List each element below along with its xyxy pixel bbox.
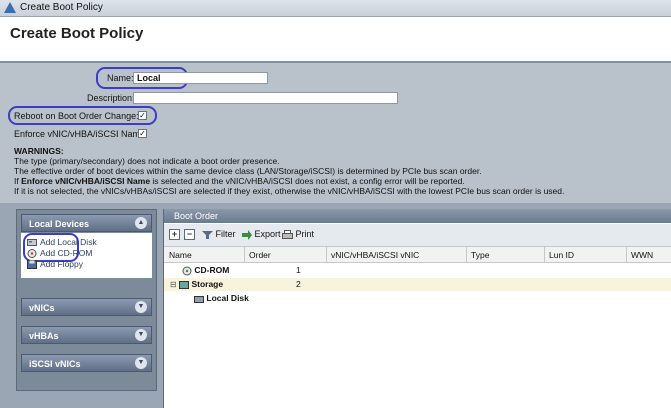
- add-local-disk-link[interactable]: Add Local Disk: [27, 237, 97, 247]
- warnings-title: WARNINGS:: [14, 146, 64, 156]
- boot-order-title: Boot Order: [174, 211, 219, 221]
- local-devices-label: Local Devices: [29, 219, 90, 229]
- enforce-checkbox[interactable]: ✓: [138, 129, 147, 138]
- policy-form: Name: Local Description: Reboot on Boot …: [0, 63, 671, 203]
- storage-icon: [179, 280, 190, 289]
- disk-icon: [27, 239, 37, 247]
- remove-button[interactable]: −: [184, 229, 195, 240]
- warning-line-3: If Enforce vNIC/vHBA/iSCSI Name is selec…: [14, 176, 465, 186]
- description-input[interactable]: [133, 92, 398, 104]
- expand-icon[interactable]: ▼: [135, 357, 147, 369]
- boot-order-table-header: Name Order vNIC/vHBA/iSCSI vNIC Type Lun…: [164, 247, 671, 263]
- cdrom-icon: [27, 249, 37, 259]
- print-button[interactable]: Print: [282, 229, 314, 240]
- vhbas-label: vHBAs: [29, 331, 59, 341]
- filter-icon: [202, 230, 213, 239]
- page-header: Create Boot Policy: [0, 17, 671, 63]
- app-icon: [4, 2, 16, 13]
- window-titlebar: Create Boot Policy: [0, 0, 671, 17]
- row-order: 2: [296, 279, 301, 289]
- row-name: CD-ROM: [182, 265, 229, 276]
- collapse-icon[interactable]: ▲: [135, 217, 147, 229]
- print-icon: [282, 229, 293, 239]
- col-vnic[interactable]: vNIC/vHBA/iSCSI vNIC: [331, 250, 419, 260]
- export-icon: [242, 229, 252, 240]
- description-label: Description:: [87, 93, 135, 103]
- row-order: 1: [296, 265, 301, 275]
- col-wwn[interactable]: WWN: [631, 250, 653, 260]
- row-name: Local Disk: [194, 293, 249, 304]
- name-input[interactable]: Local: [133, 72, 268, 84]
- iscsi-vnics-label: iSCSI vNICs: [29, 359, 81, 369]
- expand-icon[interactable]: ▼: [135, 329, 147, 341]
- page-title: Create Boot Policy: [10, 25, 144, 42]
- table-row[interactable]: ⊟ Storage 2: [164, 278, 671, 291]
- cdrom-icon: [182, 266, 192, 276]
- enforce-label: Enforce vNIC/vHBA/iSCSI Name:: [14, 129, 148, 139]
- disk-icon: [194, 295, 204, 303]
- floppy-icon: [27, 260, 37, 270]
- boot-order-title-bar: Boot Order: [164, 209, 671, 223]
- boot-order-toolbar: + − Filter Export Print: [164, 224, 671, 247]
- vhbas-header[interactable]: vHBAs ▼: [21, 326, 152, 344]
- export-button[interactable]: Export: [242, 229, 281, 240]
- warning-line-1: The type (primary/secondary) does not in…: [14, 156, 280, 166]
- col-lun-id[interactable]: Lun ID: [549, 250, 574, 260]
- table-row[interactable]: CD-ROM 1: [164, 264, 671, 277]
- reboot-label: Reboot on Boot Order Change:: [14, 111, 139, 121]
- device-panel: Local Devices ▲ Add Local Disk Add CD-RO…: [16, 209, 157, 391]
- expand-icon[interactable]: ▼: [135, 301, 147, 313]
- add-cdrom-link[interactable]: Add CD-ROM: [27, 248, 92, 259]
- warning-line-4: If it is not selected, the vNICs/vHBAs/i…: [14, 186, 565, 196]
- reboot-checkbox[interactable]: ✓: [138, 111, 147, 120]
- name-label: Name:: [107, 73, 134, 83]
- filter-button[interactable]: Filter: [202, 229, 236, 240]
- table-row[interactable]: Local Disk: [164, 292, 671, 305]
- warning-line-2: The effective order of boot devices with…: [14, 166, 482, 176]
- boot-order-panel: Boot Order + − Filter Export Print Name …: [163, 209, 671, 408]
- local-devices-header[interactable]: Local Devices ▲: [21, 214, 152, 232]
- col-order[interactable]: Order: [249, 250, 271, 260]
- vnics-label: vNICs: [29, 303, 55, 313]
- iscsi-vnics-header[interactable]: iSCSI vNICs ▼: [21, 354, 152, 372]
- local-devices-list: Add Local Disk Add CD-ROM Add Floppy: [21, 233, 152, 278]
- row-name: ⊟ Storage: [170, 279, 224, 289]
- window-title: Create Boot Policy: [20, 2, 103, 13]
- vnics-header[interactable]: vNICs ▼: [21, 298, 152, 316]
- col-name[interactable]: Name: [169, 250, 192, 260]
- col-type[interactable]: Type: [471, 250, 489, 260]
- add-floppy-link[interactable]: Add Floppy: [27, 259, 83, 270]
- add-button[interactable]: +: [169, 229, 180, 240]
